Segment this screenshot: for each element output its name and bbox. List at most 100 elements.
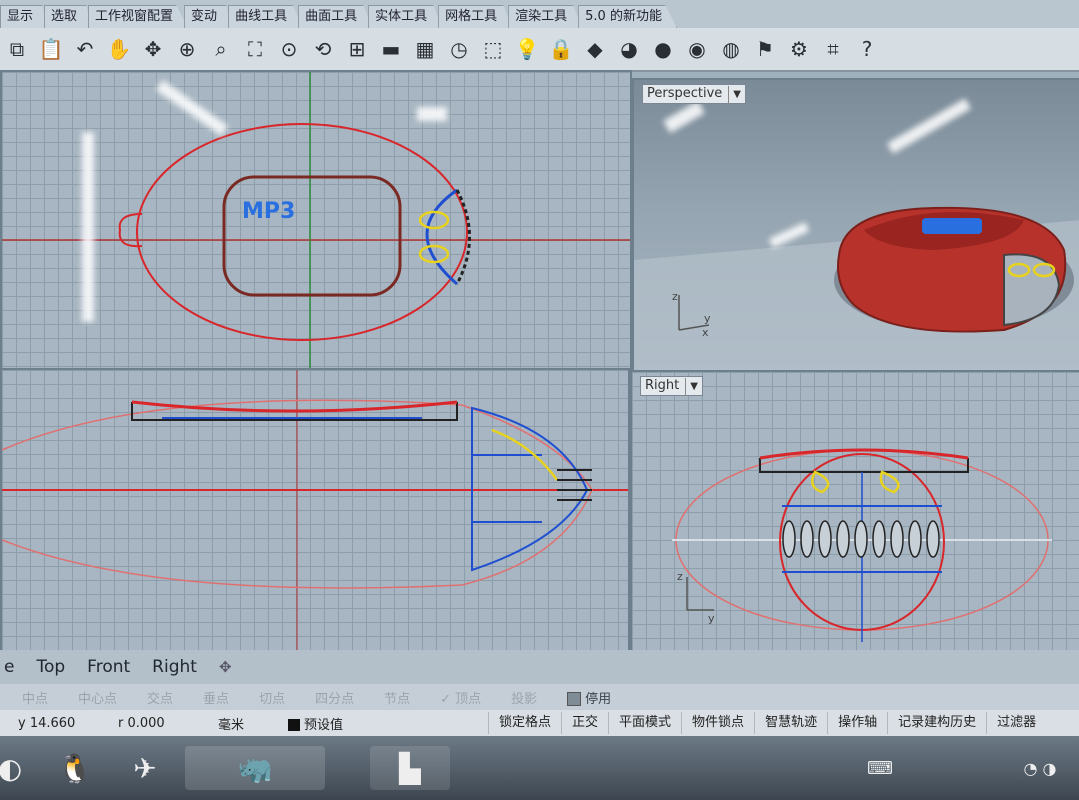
- screen-outline-curve: [222, 175, 402, 297]
- four-viewports-icon[interactable]: ⊞: [342, 34, 372, 64]
- pan-hand-icon[interactable]: ✋: [104, 34, 134, 64]
- coord-y: y 14.660: [18, 715, 76, 731]
- osnap-bar: 中点 中心点 交点 垂点 切点 四分点 节点 ✓ 顶点 投影 停用: [0, 684, 1079, 710]
- osnap-disable-toggle[interactable]: 停用: [567, 688, 611, 707]
- start-button[interactable]: ◐: [0, 746, 22, 790]
- undo-view-icon[interactable]: ⟲: [308, 34, 338, 64]
- status-toggle[interactable]: 物件锁点: [681, 712, 754, 734]
- material-icon[interactable]: ◆: [580, 34, 610, 64]
- osnap-toggle[interactable]: 投影: [511, 688, 537, 707]
- rendered-sphere-icon[interactable]: ◉: [682, 34, 712, 64]
- status-toggles: 锁定格点 正交 平面模式 物件锁点 智慧轨迹 操作轴 记录建构历史 过滤器: [488, 712, 1046, 734]
- viewport-label-perspective[interactable]: Perspective ▼: [642, 84, 746, 104]
- viewport-front[interactable]: [0, 368, 630, 652]
- rotate-view-icon[interactable]: ✥: [138, 34, 168, 64]
- ribbon-tab[interactable]: 工作视窗配置: [88, 5, 189, 28]
- top-panel-outline: [759, 458, 969, 473]
- current-layer[interactable]: 预设值: [288, 714, 488, 733]
- ribbon-tab[interactable]: 曲线工具: [228, 5, 303, 28]
- ribbon-tab[interactable]: 实体工具: [368, 5, 443, 28]
- car-icon[interactable]: ▬: [376, 34, 406, 64]
- ribbon-tab[interactable]: 5.0 的新功能: [578, 5, 677, 28]
- button-yellow-right: [879, 470, 900, 494]
- taskbar-window-button[interactable]: ▙: [370, 746, 450, 790]
- ribbon-tab[interactable]: 显示: [0, 5, 49, 28]
- render-icon[interactable]: ◍: [716, 34, 746, 64]
- right-view-drawing: z y: [672, 448, 1052, 642]
- ribbon-tab[interactable]: 选取: [44, 5, 93, 28]
- mp3-screen-render: [922, 218, 982, 234]
- coord-r: r 0.000: [118, 715, 165, 731]
- tray-icons[interactable]: ◔ ◑: [1010, 746, 1070, 790]
- color-wheel-icon[interactable]: ◕: [614, 34, 644, 64]
- ribbon-tab[interactable]: 渲染工具: [508, 5, 583, 28]
- zoom-icon[interactable]: ⊕: [172, 34, 202, 64]
- osnap-toggle[interactable]: 切点: [259, 688, 285, 707]
- viewport-tabs: e Top Front Right ✥: [0, 650, 1079, 684]
- paste-icon[interactable]: 📋: [36, 34, 66, 64]
- status-toggle[interactable]: 操作轴: [827, 712, 887, 734]
- tools-icon[interactable]: ⌗: [818, 34, 848, 64]
- tab-front[interactable]: Front: [87, 657, 130, 677]
- layers-icon[interactable]: ▦: [410, 34, 440, 64]
- ribbon-tab-bar: 显示 选取 工作视窗配置 变动 曲线工具 曲面工具 实体工具 网格工具 渲染工具 5.0 的新功能: [0, 0, 1079, 28]
- top-panel-red-curve: [131, 400, 458, 413]
- vent-ellipses: [782, 520, 940, 558]
- status-toggle[interactable]: 平面模式: [608, 712, 681, 734]
- tab-top[interactable]: Top: [36, 657, 65, 677]
- chevron-down-icon[interactable]: ▼: [728, 86, 741, 104]
- clock-icon[interactable]: ◷: [444, 34, 474, 64]
- osnap-toggle[interactable]: 垂点: [203, 688, 229, 707]
- viewport-perspective[interactable]: Perspective ▼ z y x: [632, 78, 1079, 372]
- status-toggle[interactable]: 锁定格点: [488, 712, 561, 734]
- zoom-window-icon[interactable]: ⌕: [206, 34, 236, 64]
- axis-z-label: z: [677, 570, 683, 583]
- lightbulb-icon[interactable]: 💡: [512, 34, 542, 64]
- ribbon-tab[interactable]: 变动: [184, 5, 233, 28]
- standard-toolbar: ⧉ 📋 ↶ ✋ ✥ ⊕ ⌕ ⛶ ⊙ ⟲ ⊞ ▬ ▦ ◷ ⬚ 💡 🔒 ◆ ◕ ● ◉ ◍ ⚑ ⚙ ⌗?: [0, 28, 1079, 72]
- osnap-toggle[interactable]: 交点: [147, 688, 173, 707]
- status-toggle[interactable]: 智慧轨迹: [754, 712, 827, 734]
- viewport-right[interactable]: Right ▼ z y: [630, 370, 1079, 654]
- perspective-render: z y x: [634, 206, 1079, 370]
- ceiling-reflection: [82, 132, 94, 322]
- app-icon[interactable]: ✈: [120, 746, 170, 790]
- gear-icon[interactable]: ⚙: [784, 34, 814, 64]
- viewport-label-right[interactable]: Right ▼: [640, 376, 703, 396]
- units-label[interactable]: 毫米: [218, 714, 288, 733]
- zoom-extents-icon[interactable]: ⛶: [240, 34, 270, 64]
- help-icon[interactable]: ?: [852, 34, 882, 64]
- viewport-title: Perspective: [647, 86, 723, 101]
- flag-icon[interactable]: ⚑: [750, 34, 780, 64]
- lock-icon[interactable]: 🔒: [546, 34, 576, 64]
- zoom-selected-icon[interactable]: ⊙: [274, 34, 304, 64]
- qq-penguin-icon[interactable]: 🐧: [50, 746, 100, 790]
- top-view-drawing: MP3: [2, 72, 630, 368]
- undo-icon[interactable]: ↶: [70, 34, 100, 64]
- add-viewport-icon[interactable]: ✥: [219, 658, 232, 676]
- ribbon-tab[interactable]: 曲面工具: [298, 5, 373, 28]
- osnap-toggle[interactable]: 节点: [384, 688, 410, 707]
- button-yellow-right: [810, 470, 830, 494]
- axis-y-label: y: [708, 612, 715, 625]
- keyboard-icon[interactable]: ⌨: [860, 746, 900, 790]
- status-toggle[interactable]: 正交: [561, 712, 608, 734]
- osnap-toggle[interactable]: 中心点: [78, 688, 117, 707]
- screen-text: MP3: [242, 199, 295, 224]
- select-icon[interactable]: ⬚: [478, 34, 508, 64]
- rhino-taskbar-button[interactable]: 🦏: [185, 746, 325, 790]
- osnap-toggle[interactable]: 中点: [22, 688, 48, 707]
- chevron-down-icon[interactable]: ▼: [685, 378, 698, 396]
- osnap-toggle[interactable]: 四分点: [315, 688, 354, 707]
- status-toggle[interactable]: 记录建构历史: [887, 712, 986, 734]
- ribbon-tab[interactable]: 网格工具: [438, 5, 513, 28]
- shaded-sphere-icon[interactable]: ●: [648, 34, 678, 64]
- tab-right[interactable]: Right: [152, 657, 197, 677]
- viewport-top[interactable]: MP3: [0, 70, 632, 370]
- status-toggle[interactable]: 过滤器: [986, 712, 1046, 734]
- tab-partial[interactable]: e: [4, 657, 14, 677]
- copy-icon[interactable]: ⧉: [2, 34, 32, 64]
- checkbox-icon[interactable]: [567, 692, 582, 706]
- axis-x-label: x: [702, 326, 709, 339]
- osnap-toggle[interactable]: ✓ 顶点: [440, 688, 481, 707]
